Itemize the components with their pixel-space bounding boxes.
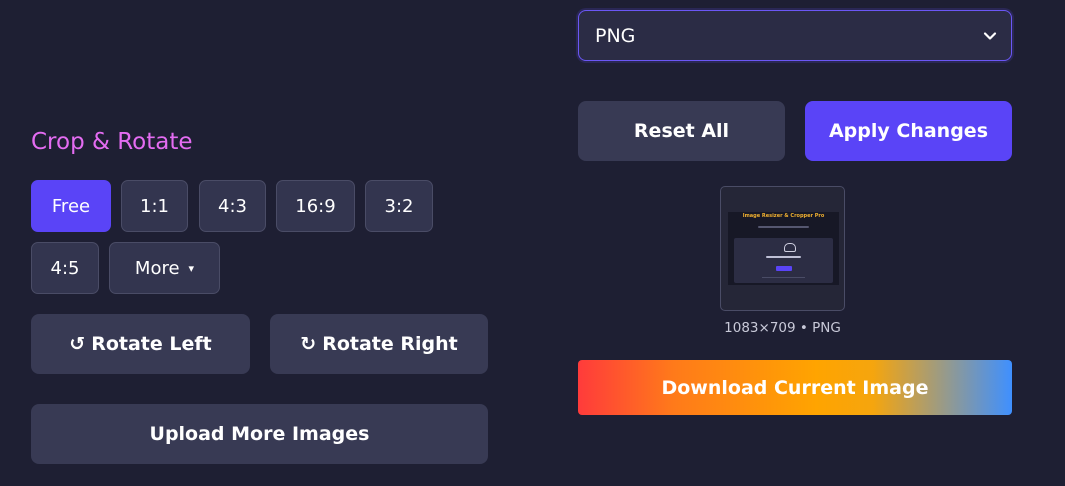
upload-more-images-button[interactable]: Upload More Images <box>31 404 488 464</box>
section-title: Crop & Rotate <box>31 129 193 155</box>
rotate-right-label: Rotate Right <box>322 333 458 355</box>
more-ratios-dropdown[interactable]: More ▾ <box>109 242 220 294</box>
ratio-4-5-button[interactable]: 4:5 <box>31 242 99 294</box>
apply-changes-label: Apply Changes <box>828 120 989 142</box>
ratio-label: 4:3 <box>218 195 247 217</box>
chevron-down-icon <box>983 31 997 40</box>
thumbnail-preview-dropzone <box>734 238 833 283</box>
download-current-image-button[interactable]: Download Current Image <box>578 360 1012 415</box>
ratio-16-9-button[interactable]: 16:9 <box>276 180 355 232</box>
thumbnail-caption: 1083×709 • PNG <box>724 320 841 336</box>
ratio-1-1-button[interactable]: 1:1 <box>121 180 188 232</box>
thumbnail-preview-subtitle-line <box>758 226 809 228</box>
rotate-right-icon: ↻ <box>300 333 317 355</box>
download-label: Download Current Image <box>661 376 929 399</box>
more-label: More <box>134 257 180 279</box>
rotate-left-button[interactable]: ↺ Rotate Left <box>31 314 250 374</box>
image-thumbnail[interactable]: Image Resizer & Cropper Pro <box>720 186 845 311</box>
upload-cloud-icon <box>784 243 796 252</box>
thumbnail-preview-title: Image Resizer & Cropper Pro <box>742 213 825 219</box>
ratio-label: 3:2 <box>384 195 414 217</box>
reset-all-button[interactable]: Reset All <box>578 101 785 161</box>
format-select[interactable]: PNG <box>578 10 1012 61</box>
upload-more-label: Upload More Images <box>149 423 370 445</box>
format-select-value: PNG <box>595 24 636 47</box>
ratio-label: 16:9 <box>295 195 336 217</box>
ratio-4-3-button[interactable]: 4:3 <box>199 180 266 232</box>
thumbnail-preview-footer-line <box>762 277 805 278</box>
apply-changes-button[interactable]: Apply Changes <box>805 101 1012 161</box>
ratio-label: 1:1 <box>140 195 169 217</box>
thumbnail-preview-text-line <box>766 256 801 258</box>
thumbnail-preview-button <box>776 266 792 271</box>
ratio-3-2-button[interactable]: 3:2 <box>365 180 433 232</box>
reset-all-label: Reset All <box>633 120 730 142</box>
ratio-free-button[interactable]: Free <box>31 180 111 232</box>
rotate-right-button[interactable]: ↻ Rotate Right <box>270 314 488 374</box>
caret-down-icon: ▾ <box>188 261 195 275</box>
rotate-left-icon: ↺ <box>69 333 86 355</box>
ratio-label: Free <box>51 195 91 217</box>
thumbnail-preview: Image Resizer & Cropper Pro <box>728 212 839 285</box>
rotate-left-label: Rotate Left <box>91 333 212 355</box>
ratio-label: 4:5 <box>50 257 80 279</box>
